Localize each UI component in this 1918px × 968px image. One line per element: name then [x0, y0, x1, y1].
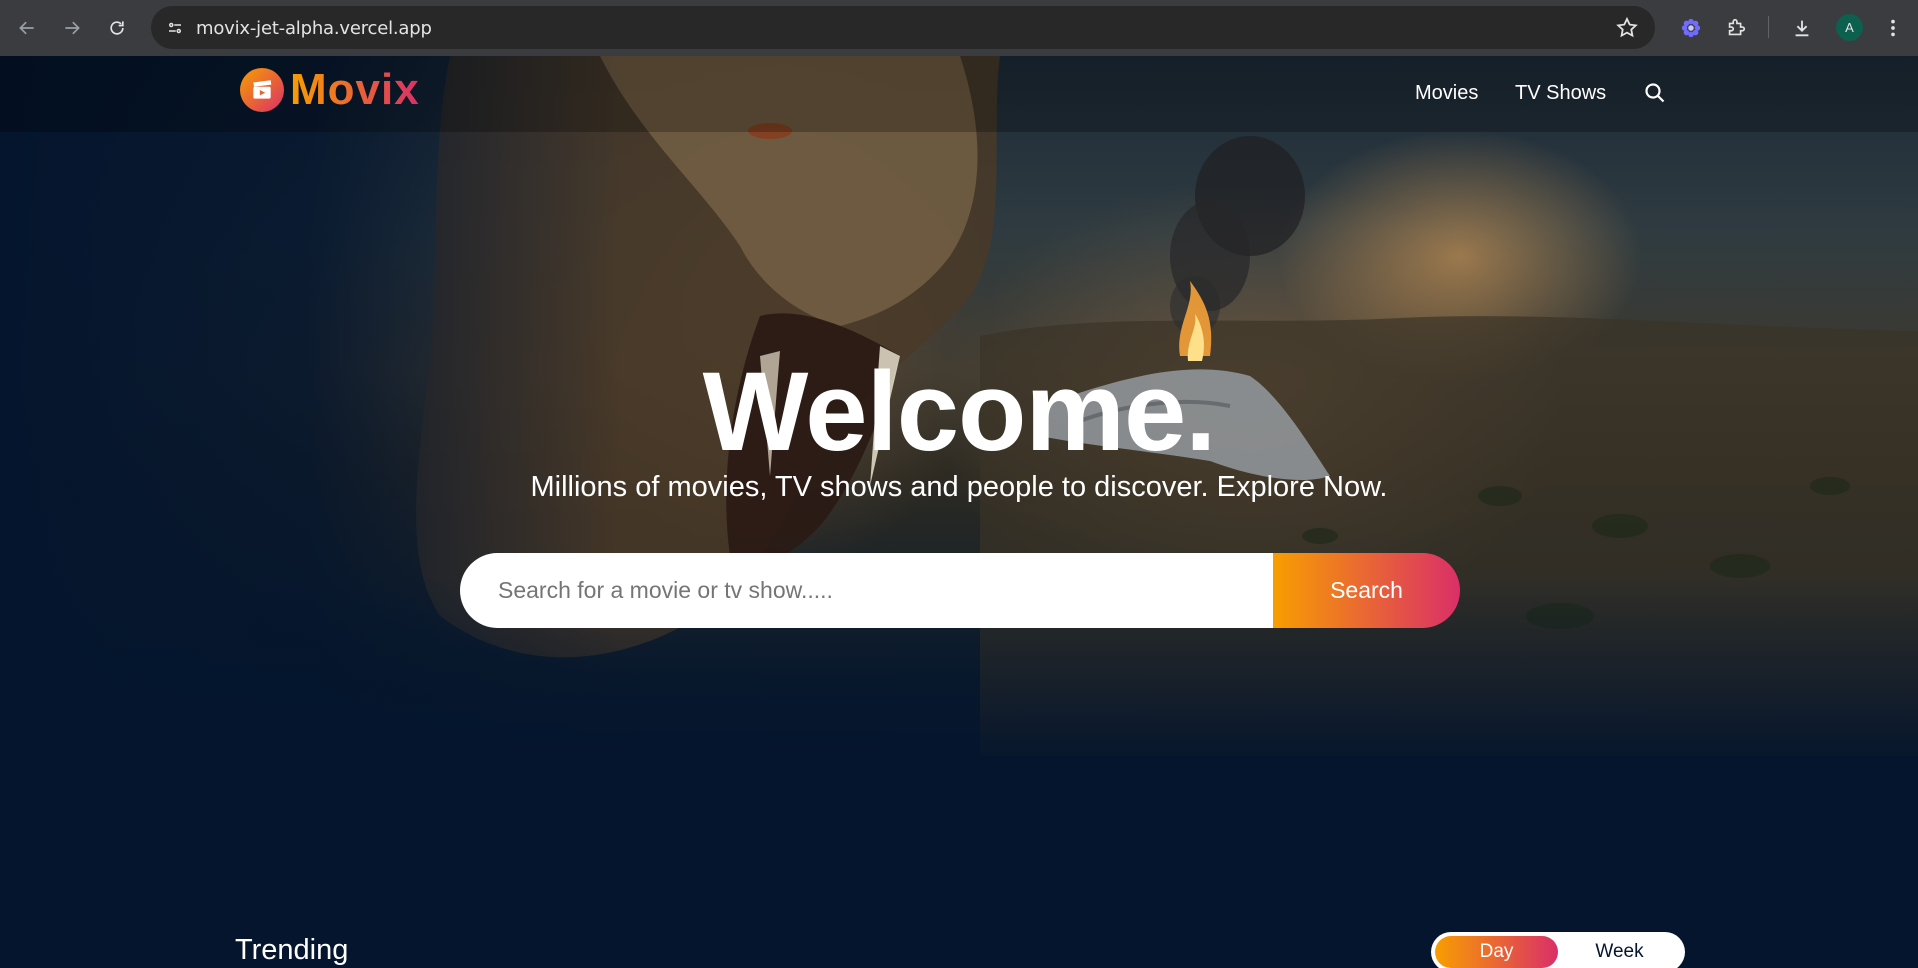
trending-time-switch: Day Week [1431, 932, 1685, 968]
toolbar-divider [1768, 16, 1769, 38]
extension-puzzle-icon[interactable] [1721, 13, 1751, 43]
trending-title: Trending [235, 934, 349, 966]
logo-text: Movix [290, 65, 420, 114]
profile-avatar[interactable]: A [1836, 14, 1863, 41]
back-icon[interactable] [11, 12, 43, 44]
clapperboard-icon [240, 68, 284, 112]
site-info-icon[interactable] [159, 12, 191, 44]
tab-day[interactable]: Day [1435, 936, 1558, 968]
search-input[interactable] [460, 553, 1273, 628]
movix-page: Movix Movies TV Shows Welcome. Millions … [0, 56, 1918, 968]
browser-toolbar: movix-jet-alpha.vercel.app A [0, 0, 1918, 56]
download-icon[interactable] [1787, 13, 1817, 43]
more-icon[interactable] [1878, 13, 1908, 43]
address-bar[interactable]: movix-jet-alpha.vercel.app [151, 6, 1655, 49]
hero-title: Welcome. [702, 349, 1217, 474]
tab-week[interactable]: Week [1558, 936, 1681, 968]
url-text[interactable]: movix-jet-alpha.vercel.app [196, 18, 432, 39]
search-button[interactable]: Search [1273, 553, 1460, 628]
movix-logo[interactable]: Movix [240, 68, 420, 112]
extension-flower-icon[interactable] [1676, 13, 1706, 43]
bookmark-star-icon[interactable] [1615, 16, 1639, 40]
search-icon[interactable] [1643, 81, 1667, 105]
site-header: Movix Movies TV Shows [0, 56, 1918, 132]
nav-movies[interactable]: Movies [1415, 82, 1478, 105]
forward-icon[interactable] [56, 12, 88, 44]
reload-icon[interactable] [101, 12, 133, 44]
hero-search-bar: Search [460, 553, 1460, 628]
hero-subtitle: Millions of movies, TV shows and people … [530, 471, 1388, 503]
nav-tv-shows[interactable]: TV Shows [1515, 82, 1606, 105]
